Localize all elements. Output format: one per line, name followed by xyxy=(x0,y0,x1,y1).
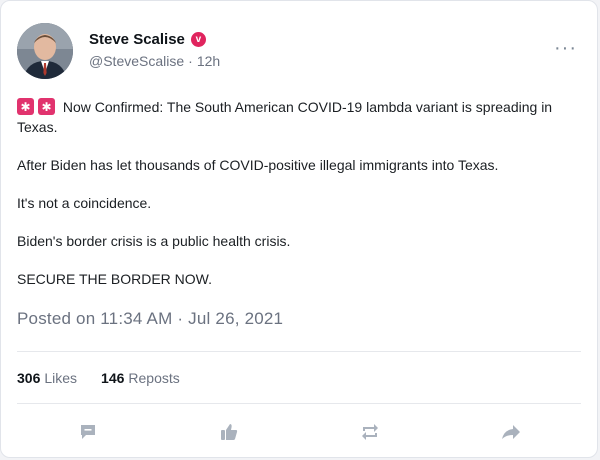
post-paragraph: SECURE THE BORDER NOW. xyxy=(17,271,212,287)
handle-row: @SteveScalise · 12h xyxy=(89,53,220,69)
reposts-count: 146 xyxy=(101,370,125,386)
likes-count: 306 xyxy=(17,370,41,386)
divider xyxy=(17,403,581,404)
post-paragraph: Biden's border crisis is a public health… xyxy=(17,233,291,249)
like-icon[interactable] xyxy=(216,419,242,445)
likes-stat[interactable]: 306 Likes xyxy=(17,370,77,386)
repost-icon[interactable] xyxy=(357,419,383,445)
post-paragraph: Now Confirmed: The South American COVID-… xyxy=(17,97,583,137)
verified-badge-icon: v xyxy=(190,32,206,47)
action-bar xyxy=(17,419,581,445)
share-icon[interactable] xyxy=(498,419,524,445)
reposts-label: Reposts xyxy=(128,370,180,386)
post-card: Steve Scalise v @SteveScalise · 12h ··· … xyxy=(0,0,598,458)
more-options-icon[interactable]: ··· xyxy=(554,37,577,60)
author-name[interactable]: Steve Scalise xyxy=(89,31,185,48)
likes-label: Likes xyxy=(44,370,78,386)
post-paragraph: After Biden has let thousands of COVID-p… xyxy=(17,157,499,173)
comment-icon[interactable] xyxy=(75,419,101,445)
divider xyxy=(17,351,581,352)
post-paragraph: It's not a coincidence. xyxy=(17,195,152,211)
reposts-stat[interactable]: 146 Reposts xyxy=(101,370,180,386)
post-age[interactable]: 12h xyxy=(197,53,220,69)
siren-emoji-icon xyxy=(17,97,34,117)
posted-timestamp[interactable]: Posted on 11:34 AM · Jul 26, 2021 xyxy=(17,309,283,329)
author-handle[interactable]: @SteveScalise xyxy=(89,53,184,69)
siren-emoji-icon xyxy=(38,97,55,117)
author-row: Steve Scalise v xyxy=(89,31,206,48)
separator-dot: · xyxy=(188,53,193,69)
engagement-stats: 306 Likes 146 Reposts xyxy=(17,370,180,386)
paragraph-text: Now Confirmed: The South American COVID-… xyxy=(17,99,553,135)
avatar[interactable] xyxy=(17,23,73,79)
post-body: Now Confirmed: The South American COVID-… xyxy=(17,97,583,307)
